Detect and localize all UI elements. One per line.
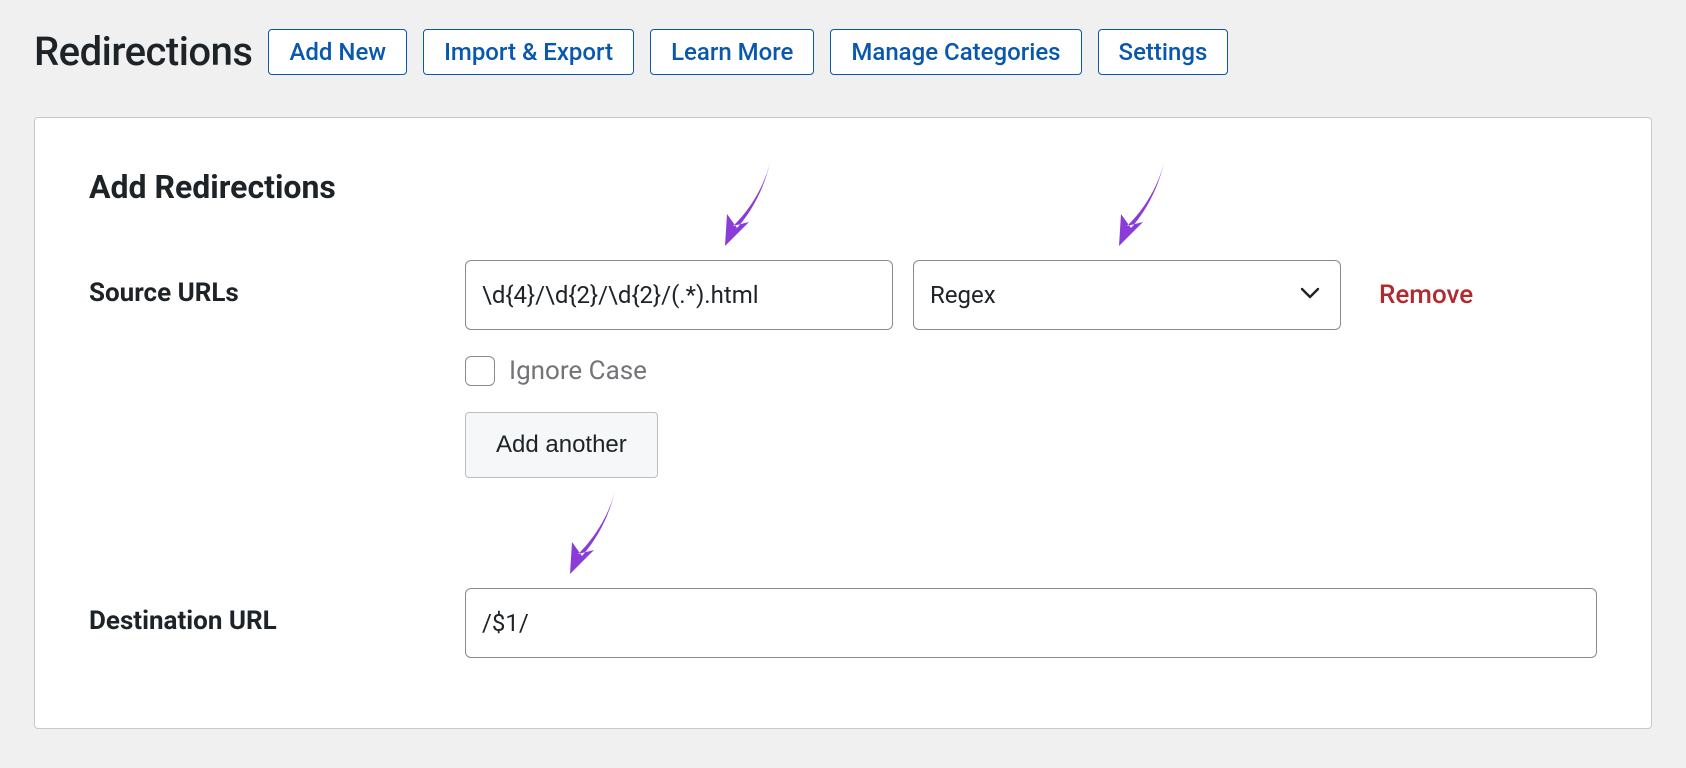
annotation-arrow-icon — [560, 488, 630, 578]
page-title: Redirections — [34, 28, 252, 75]
source-urls-label: Source URLs — [89, 260, 439, 308]
add-new-button[interactable]: Add New — [268, 29, 407, 75]
add-another-button[interactable]: Add another — [465, 412, 658, 478]
destination-url-line — [465, 588, 1597, 658]
add-redirection-card: Add Redirections Source URLs Regex — [34, 117, 1652, 729]
import-export-button[interactable]: Import & Export — [423, 29, 634, 75]
source-url-row: Source URLs Regex — [89, 260, 1597, 478]
destination-url-input[interactable] — [465, 588, 1597, 658]
match-type-select[interactable]: Regex — [913, 260, 1341, 330]
remove-source-link[interactable]: Remove — [1379, 280, 1473, 310]
page-header: Redirections Add New Import & Export Lea… — [34, 28, 1652, 75]
card-heading: Add Redirections — [89, 168, 1597, 206]
ignore-case-row: Ignore Case — [465, 356, 1597, 386]
match-type-value[interactable]: Regex — [913, 260, 1341, 330]
source-url-line: Regex Remove — [465, 260, 1597, 330]
learn-more-button[interactable]: Learn More — [650, 29, 814, 75]
source-url-input[interactable] — [465, 260, 893, 330]
ignore-case-checkbox[interactable] — [465, 356, 495, 386]
manage-categories-button[interactable]: Manage Categories — [830, 29, 1081, 75]
ignore-case-label: Ignore Case — [509, 356, 647, 386]
destination-url-label: Destination URL — [89, 588, 439, 636]
destination-url-row: Destination URL — [89, 588, 1597, 658]
settings-button[interactable]: Settings — [1098, 29, 1229, 75]
